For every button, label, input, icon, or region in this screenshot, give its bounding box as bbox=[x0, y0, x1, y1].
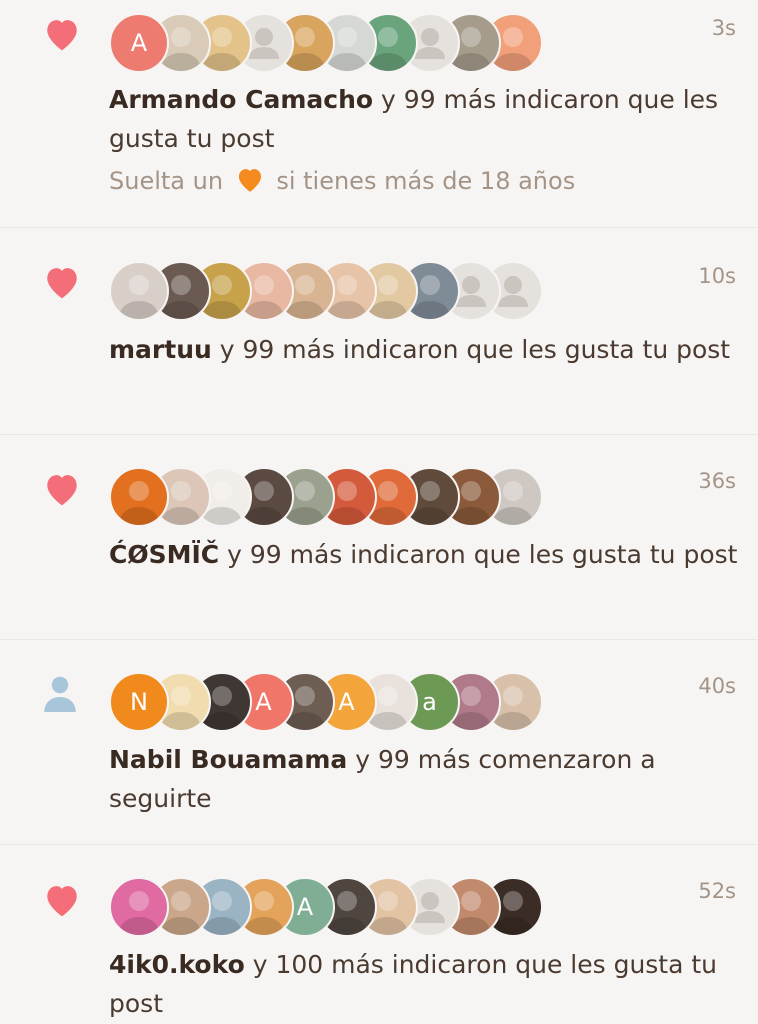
avatar-row[interactable] bbox=[109, 261, 543, 321]
notification-rest: y 99 más indicaron que les gusta tu post bbox=[211, 335, 731, 364]
heart-icon bbox=[42, 471, 82, 511]
notification-item[interactable]: 36s ĆØSMÏČ y 99 más indicaron que les gu… bbox=[0, 435, 758, 640]
avatar-initial: A bbox=[338, 688, 355, 716]
notification-text[interactable]: 4ik0.koko y 100 más indicaron que les gu… bbox=[109, 945, 739, 1023]
avatar[interactable] bbox=[109, 877, 169, 937]
timestamp: 3s bbox=[711, 16, 736, 40]
avatar-initial: A bbox=[130, 29, 148, 57]
avatar-row[interactable] bbox=[109, 467, 543, 527]
avatar-row[interactable]: A bbox=[109, 13, 543, 73]
post-preview-text-after: si tienes más de 18 años bbox=[268, 167, 576, 195]
avatar-row[interactable]: A bbox=[109, 877, 543, 937]
orange-heart-icon bbox=[235, 166, 265, 199]
notification-rest: y 99 más indicaron que les gusta tu post bbox=[219, 540, 738, 569]
avatar-row[interactable]: N A Aa bbox=[109, 672, 543, 732]
timestamp: 10s bbox=[698, 264, 736, 288]
notification-item[interactable]: 10s martuu y 99 más indicaron que les gu… bbox=[0, 228, 758, 435]
avatar[interactable]: A bbox=[109, 13, 169, 73]
notification-text[interactable]: Armando Camacho y 99 más indicaron que l… bbox=[109, 80, 739, 158]
notification-text[interactable]: martuu y 99 más indicaron que les gusta … bbox=[109, 330, 739, 369]
heart-icon bbox=[42, 16, 82, 56]
timestamp: 36s bbox=[698, 469, 736, 493]
notification-item[interactable]: A 52s 4ik0.koko y 100 más indicaron que … bbox=[0, 845, 758, 1024]
timestamp: 52s bbox=[698, 879, 736, 903]
avatar[interactable]: N bbox=[109, 672, 169, 732]
user-name[interactable]: ĆØSMÏČ bbox=[109, 540, 219, 569]
avatar-initial: A bbox=[255, 688, 272, 716]
timestamp: 40s bbox=[698, 674, 736, 698]
user-name[interactable]: Armando Camacho bbox=[109, 85, 373, 114]
notification-text[interactable]: ĆØSMÏČ y 99 más indicaron que les gusta … bbox=[109, 535, 739, 574]
user-name[interactable]: 4ik0.koko bbox=[109, 950, 245, 979]
heart-icon bbox=[42, 882, 82, 922]
notifications-feed: A 3s Armando Camacho y 99 más indicaron … bbox=[0, 0, 758, 1024]
avatar-initial: A bbox=[296, 893, 314, 921]
notification-item[interactable]: N A Aa 40s Nabil Bouamama y 99 más comenza… bbox=[0, 640, 758, 845]
avatar-initial: a bbox=[422, 688, 437, 716]
person-icon bbox=[42, 674, 82, 714]
user-name[interactable]: Nabil Bouamama bbox=[109, 745, 347, 774]
avatar[interactable] bbox=[109, 467, 169, 527]
notification-text[interactable]: Nabil Bouamama y 99 más comenzaron a seg… bbox=[109, 740, 739, 818]
notification-item[interactable]: A 3s Armando Camacho y 99 más indicaron … bbox=[0, 0, 758, 228]
user-name[interactable]: martuu bbox=[109, 335, 212, 364]
post-preview[interactable]: Suelta un si tienes más de 18 años bbox=[109, 166, 575, 199]
heart-icon bbox=[42, 264, 82, 304]
avatar[interactable] bbox=[109, 261, 169, 321]
avatar-initial: N bbox=[130, 688, 148, 716]
post-preview-text-before: Suelta un bbox=[109, 167, 231, 195]
